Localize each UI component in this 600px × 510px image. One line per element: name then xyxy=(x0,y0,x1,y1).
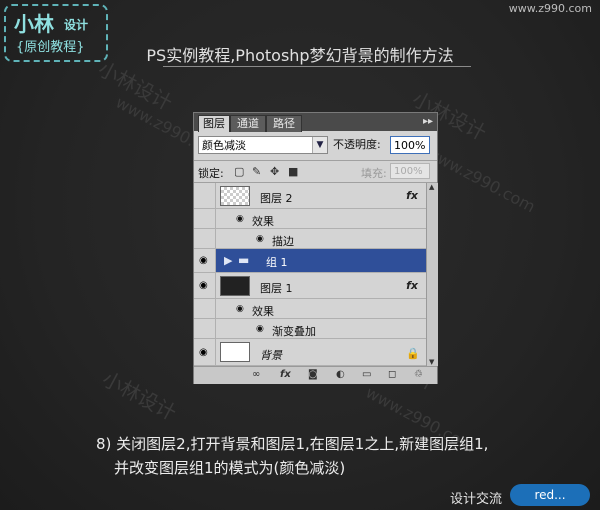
expand-arrow-icon[interactable]: ▶ xyxy=(224,254,232,267)
lock-label: 锁定: xyxy=(198,167,224,180)
visibility-toggle[interactable]: ◉ xyxy=(194,249,216,272)
logo-text: 小林 xyxy=(14,12,54,36)
layer-effect-row[interactable]: ◉ 渐变叠加 xyxy=(194,319,426,339)
eye-icon[interactable]: ◉ xyxy=(256,234,264,244)
add-mask-icon[interactable]: ◙ xyxy=(308,369,318,380)
new-layer-icon[interactable]: ◻ xyxy=(388,369,396,380)
fill-input[interactable]: 100% xyxy=(390,163,430,179)
fill-label: 填充: xyxy=(361,167,387,180)
eye-icon[interactable]: ◉ xyxy=(236,214,244,224)
layer-name: 图层 2 xyxy=(260,192,293,205)
lock-move-icon[interactable]: ✥ xyxy=(270,165,279,178)
layer-name: 图层 1 xyxy=(260,282,293,295)
step-caption: 8) 关闭图层2,打开背景和图层1,在图层1之上,新建图层组1, xyxy=(96,435,489,453)
layer-thumbnail xyxy=(220,342,250,362)
opacity-label: 不透明度: xyxy=(333,138,381,151)
eye-icon[interactable]: ◉ xyxy=(199,348,211,358)
visibility-toggle[interactable] xyxy=(194,319,216,338)
step-caption-continued: 并改变图层组1的模式为(颜色减淡) xyxy=(114,459,346,477)
lock-transparent-icon[interactable]: ▢ xyxy=(234,165,244,178)
divider xyxy=(194,160,437,161)
visibility-toggle[interactable] xyxy=(194,183,216,208)
eye-icon[interactable]: ◉ xyxy=(199,281,211,291)
title-underline xyxy=(163,66,471,67)
opacity-input[interactable]: 100% xyxy=(390,136,430,154)
layer-row[interactable]: 图层 2 fx xyxy=(194,183,426,209)
panel-bottom-toolbar: ∞ fx ◙ ◐ ▭ ◻ ♲ xyxy=(194,366,437,384)
layer-name: 背景 xyxy=(260,349,282,362)
lock-icon: 🔒 xyxy=(406,347,420,360)
scroll-down-icon[interactable]: ▼ xyxy=(429,358,434,366)
logo-subtext: 设计 xyxy=(64,18,89,32)
trash-icon[interactable]: ♲ xyxy=(414,369,423,380)
visibility-toggle[interactable] xyxy=(194,299,216,318)
blend-mode-value: 颜色减淡 xyxy=(202,139,246,152)
folder-icon: ▬ xyxy=(238,253,250,267)
link-icon[interactable]: ∞ xyxy=(252,369,260,380)
lock-brush-icon[interactable]: ✎ xyxy=(252,165,261,178)
adjustment-layer-icon[interactable]: ◐ xyxy=(336,369,345,380)
footer-text: 设计交流 xyxy=(450,492,503,507)
footer-badge: red... xyxy=(510,484,590,506)
page-title: PS实例教程,Photoshp梦幻背景的制作方法 xyxy=(146,46,454,65)
effects-label: 效果 xyxy=(252,305,274,318)
fx-icon: fx xyxy=(406,189,418,202)
fx-icon: fx xyxy=(406,279,418,292)
layer-effect-row[interactable]: ◉ 描边 xyxy=(194,229,426,249)
effect-name: 渐变叠加 xyxy=(272,325,316,338)
layer-row[interactable]: ◉ 图层 1 fx xyxy=(194,273,426,299)
tab-layers[interactable]: 图层 xyxy=(198,115,230,132)
background-layer-row[interactable]: ◉ 背景 🔒 xyxy=(194,339,426,366)
site-url: www.z990.com xyxy=(508,2,592,15)
visibility-toggle[interactable] xyxy=(194,229,216,248)
visibility-toggle[interactable] xyxy=(194,209,216,228)
panel-menu-icon[interactable]: ▸▸ xyxy=(423,115,433,129)
layers-panel: 图层 通道 路径 ▸▸ 颜色减淡 ▼ 不透明度: 100% 锁定: ▢ ✎ ✥ … xyxy=(193,112,438,384)
tab-channels[interactable]: 通道 xyxy=(230,115,266,132)
visibility-toggle[interactable]: ◉ xyxy=(194,339,216,365)
panel-tabbar: 图层 通道 路径 ▸▸ xyxy=(194,113,437,132)
scroll-up-icon[interactable]: ▲ xyxy=(429,183,434,191)
visibility-toggle[interactable]: ◉ xyxy=(194,273,216,298)
tab-paths[interactable]: 路径 xyxy=(266,115,302,132)
new-group-icon[interactable]: ▭ xyxy=(362,369,371,380)
eye-icon[interactable]: ◉ xyxy=(256,324,264,334)
layer-effects-row[interactable]: ◉ 效果 xyxy=(194,209,426,229)
scrollbar[interactable]: ▲ ▼ xyxy=(426,183,438,366)
lock-all-icon[interactable]: ■ xyxy=(288,165,298,178)
effect-name: 描边 xyxy=(272,235,294,248)
layer-thumbnail xyxy=(220,186,250,206)
blend-mode-select[interactable]: 颜色减淡 ▼ xyxy=(198,136,328,154)
eye-icon[interactable]: ◉ xyxy=(236,304,244,314)
layer-thumbnail xyxy=(220,276,250,296)
layer-effects-row[interactable]: ◉ 效果 xyxy=(194,299,426,319)
add-style-icon[interactable]: fx xyxy=(280,369,291,380)
layer-name: 组 1 xyxy=(266,256,288,269)
eye-icon[interactable]: ◉ xyxy=(199,256,211,266)
effects-label: 效果 xyxy=(252,215,274,228)
chevron-down-icon[interactable]: ▼ xyxy=(312,137,327,153)
layer-group-row[interactable]: ◉ ▶ ▬ 组 1 xyxy=(194,249,426,273)
